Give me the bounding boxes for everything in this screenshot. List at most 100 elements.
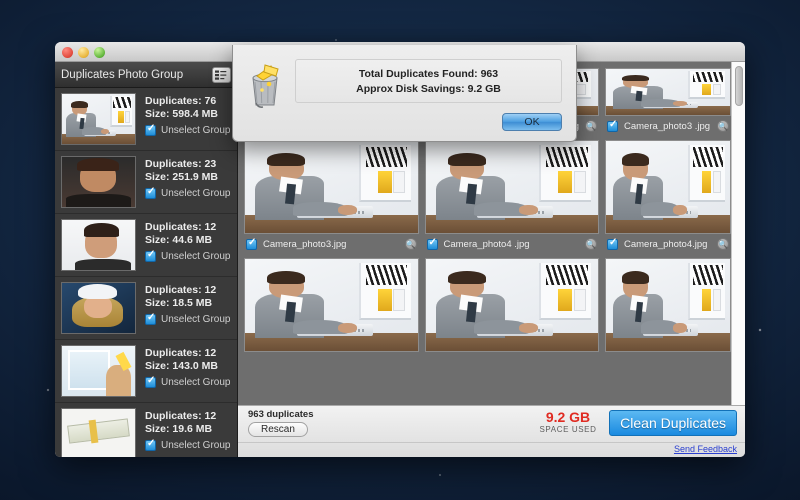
group-thumbnail[interactable] xyxy=(61,156,136,208)
unselect-group-label: Unselect Group xyxy=(161,125,231,136)
group-thumbnail[interactable] xyxy=(61,345,136,397)
bottom-toolbar: 963 duplicates Rescan 9.2 GB SPACE USED … xyxy=(238,405,745,457)
unselect-group-control[interactable]: Unselect Group xyxy=(145,249,231,262)
sidebar-header: Duplicates Photo Group xyxy=(55,62,237,88)
unselect-group-control[interactable]: Unselect Group xyxy=(145,312,231,325)
group-duplicates-count: Duplicates: 76 xyxy=(145,95,217,107)
photo-office-man-laptop xyxy=(606,69,730,115)
unselect-group-checkbox[interactable] xyxy=(145,123,156,136)
photo-cell-partial[interactable] xyxy=(244,258,419,352)
group-meta: Duplicates: 12Size: 44.6 MB Unselect Grou… xyxy=(145,219,230,271)
photo-thumbnail[interactable] xyxy=(424,140,599,234)
trash-can-glyph xyxy=(252,64,279,108)
group-size: Size: 598.4 MB xyxy=(145,108,218,120)
grid-scrollbar-thumb[interactable] xyxy=(735,66,743,106)
photo-man-looking-down xyxy=(62,220,135,270)
photo-cell-partial[interactable] xyxy=(605,258,731,352)
group-size: Size: 19.6 MB xyxy=(145,423,213,435)
unselect-group-checkbox[interactable] xyxy=(145,375,156,388)
space-used-label: SPACE USED xyxy=(539,425,597,434)
group-thumbnail[interactable] xyxy=(61,282,136,334)
photo-filename: Camera_photo3 .jpg xyxy=(624,120,711,132)
photo-filename: Camera_photo4.jpg xyxy=(624,238,708,250)
feedback-row: Send Feedback xyxy=(238,442,745,457)
photo-thumbnail[interactable] xyxy=(605,258,731,352)
photo-thumbnail[interactable] xyxy=(605,140,731,234)
duplicate-group-row[interactable]: Duplicates: 12Size: 44.6 MB Unselect Grou… xyxy=(55,214,237,277)
duplicate-group-row[interactable]: Duplicates: 12Size: 19.6 MB Unselect Grou… xyxy=(55,403,237,457)
photo-office-man-laptop xyxy=(425,141,598,233)
photo-thumbnail[interactable] xyxy=(605,68,731,116)
magnifier-icon[interactable]: 🔍 xyxy=(404,238,417,250)
unselect-group-checkbox[interactable] xyxy=(145,312,156,325)
send-feedback-link[interactable]: Send Feedback xyxy=(674,444,737,454)
photo-filename: Camera_photo4 .jpg xyxy=(443,238,530,250)
photo-thumbnail[interactable] xyxy=(244,140,419,234)
photo-cell-partial[interactable] xyxy=(424,258,599,352)
group-duplicates-count: Duplicates: 12 xyxy=(145,410,217,422)
unselect-group-checkbox[interactable] xyxy=(145,186,156,199)
group-meta: Duplicates: 12Size: 19.6 MB Unselect Grou… xyxy=(145,408,230,457)
unselect-group-checkbox[interactable] xyxy=(145,249,156,262)
photo-cell-bar: Camera_photo4.jpg 🔍 xyxy=(605,234,731,252)
magnifier-icon[interactable]: 🔍 xyxy=(585,238,597,250)
trash-can-icon xyxy=(245,62,287,108)
duplicate-group-row[interactable]: Duplicates: 76Size: 598.4 MB Unselect Gro… xyxy=(55,88,237,151)
ok-button[interactable]: OK xyxy=(502,113,562,131)
group-size: Size: 18.5 MB xyxy=(145,297,213,309)
group-size: Size: 44.6 MB xyxy=(145,234,213,246)
duplicate-group-list[interactable]: Duplicates: 76Size: 598.4 MB Unselect Gro… xyxy=(55,88,237,457)
dialog-message-box: Total Duplicates Found: 963 Approx Disk … xyxy=(295,59,562,103)
photo-select-checkbox[interactable] xyxy=(426,237,438,250)
photo-stressed-man xyxy=(62,157,135,207)
space-used-value: 9.2 GB xyxy=(545,409,591,425)
photo-office-man-laptop xyxy=(245,141,418,233)
total-duplicates-text: Total Duplicates Found: 963 xyxy=(358,67,499,80)
duplicate-group-row[interactable]: Duplicates: 12Size: 18.5 MB Unselect Grou… xyxy=(55,277,237,340)
group-thumbnail[interactable] xyxy=(61,93,136,145)
magnifier-icon[interactable]: 🔍 xyxy=(717,120,729,132)
unselect-group-label: Unselect Group xyxy=(161,251,231,262)
unselect-group-checkbox[interactable] xyxy=(145,438,156,451)
group-duplicates-count: Duplicates: 23 xyxy=(145,158,217,170)
unselect-group-label: Unselect Group xyxy=(161,314,231,325)
photo-cell-bar: Camera_photo3.jpg 🔍 xyxy=(244,234,419,252)
photo-cell[interactable]: Camera_photo4.jpg 🔍 xyxy=(605,140,731,252)
duplicates-found-dialog: Total Duplicates Found: 963 Approx Disk … xyxy=(232,45,577,142)
photo-cell[interactable]: Camera_photo3.jpg 🔍 xyxy=(244,140,419,252)
photo-select-checkbox[interactable] xyxy=(246,237,257,250)
duplicate-group-row[interactable]: Duplicates: 12Size: 143.0 MB Unselect Gro… xyxy=(55,340,237,403)
photo-cell-bar: Camera_photo4 .jpg 🔍 xyxy=(425,234,600,252)
group-meta: Duplicates: 12Size: 143.0 MB Unselect Gro… xyxy=(145,345,230,397)
photo-select-checkbox[interactable] xyxy=(607,119,618,132)
sidebar-title: Duplicates Photo Group xyxy=(61,68,184,81)
photo-select-checkbox[interactable] xyxy=(607,237,618,250)
group-thumbnail[interactable] xyxy=(61,219,136,271)
photo-thumbnail[interactable] xyxy=(424,258,599,352)
group-thumbnail[interactable] xyxy=(61,408,136,457)
group-duplicates-count: Duplicates: 12 xyxy=(145,284,217,296)
rescan-button[interactable]: Rescan xyxy=(248,422,308,437)
photo-cell[interactable]: Camera_photo3 .jpg 🔍 xyxy=(605,68,731,134)
list-edit-icon[interactable] xyxy=(212,66,231,83)
unselect-group-control[interactable]: Unselect Group xyxy=(145,186,231,199)
duplicate-group-row[interactable]: Duplicates: 23Size: 251.9 MB Unselect Gro… xyxy=(55,151,237,214)
unselect-group-label: Unselect Group xyxy=(161,188,231,199)
photo-cell[interactable]: Camera_photo4 .jpg 🔍 xyxy=(424,140,600,252)
unselect-group-label: Unselect Group xyxy=(161,440,231,451)
clean-duplicates-button[interactable]: Clean Duplicates xyxy=(609,410,737,436)
group-meta: Duplicates: 12Size: 18.5 MB Unselect Grou… xyxy=(145,282,230,334)
unselect-group-control[interactable]: Unselect Group xyxy=(145,375,230,388)
unselect-group-control[interactable]: Unselect Group xyxy=(145,438,231,451)
group-size: Size: 143.0 MB xyxy=(145,360,218,372)
photo-office-man-laptop xyxy=(606,259,730,351)
magnifier-icon[interactable]: 🔍 xyxy=(585,120,597,132)
magnifier-icon[interactable]: 🔍 xyxy=(717,238,729,250)
duplicates-count-label: 963 duplicates xyxy=(248,409,314,420)
grid-scrollbar[interactable] xyxy=(731,62,745,405)
group-duplicates-count: Duplicates: 12 xyxy=(145,221,217,233)
unselect-group-control[interactable]: Unselect Group xyxy=(145,123,231,136)
photo-office-man-laptop xyxy=(62,94,135,144)
photo-thumbnail[interactable] xyxy=(244,258,419,352)
group-meta: Duplicates: 76Size: 598.4 MB Unselect Gro… xyxy=(145,93,230,145)
